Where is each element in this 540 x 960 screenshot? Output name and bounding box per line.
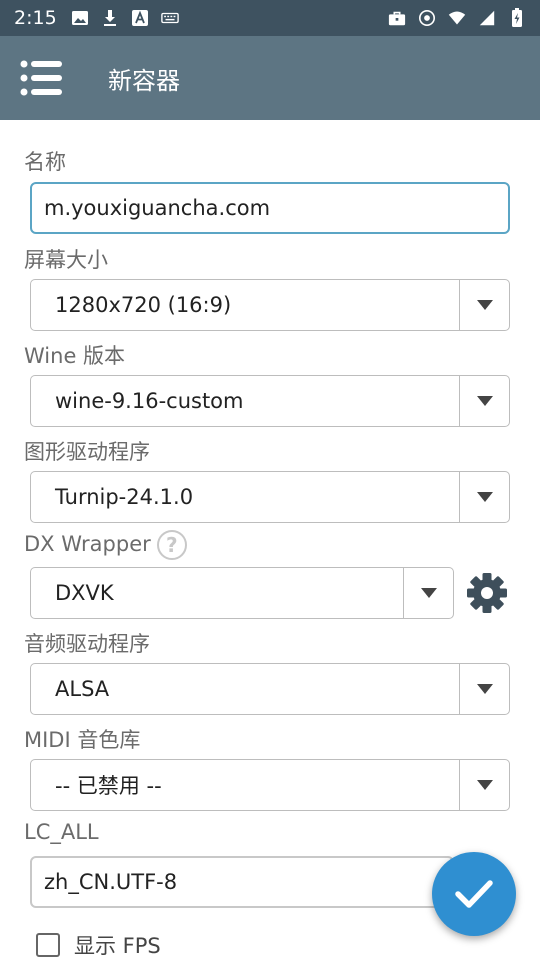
graphics-driver-label: 图形驱动程序 — [24, 440, 150, 464]
dropdown-arrow-icon — [459, 664, 509, 714]
wifi-icon — [448, 9, 466, 27]
app-toolbar: 新容器 — [0, 36, 540, 120]
name-input[interactable]: m.youxiguancha.com — [30, 182, 510, 234]
dropdown-arrow-icon — [459, 472, 509, 522]
image-icon — [71, 9, 89, 27]
screen-size-label: 屏幕大小 — [24, 248, 108, 272]
cell-signal-icon — [478, 9, 496, 27]
midi-soundfont-select[interactable]: -- 已禁用 -- — [30, 759, 510, 811]
font-icon — [131, 9, 149, 27]
audio-driver-select[interactable]: ALSA — [30, 663, 510, 715]
dropdown-arrow-icon — [459, 376, 509, 426]
status-time: 2:15 — [14, 7, 57, 29]
dx-wrapper-label-row: DX Wrapper? — [24, 530, 187, 560]
screen-size-value: 1280x720 (16:9) — [55, 293, 232, 317]
show-fps-label: 显示 FPS — [74, 934, 161, 958]
menu-list-icon — [20, 60, 62, 96]
confirm-fab-button[interactable] — [432, 852, 516, 936]
page-title: 新容器 — [108, 66, 180, 95]
dropdown-arrow-icon — [459, 760, 509, 810]
signal-icon — [418, 9, 436, 27]
dropdown-arrow-icon — [403, 568, 453, 618]
show-fps-row[interactable]: 显示 FPS — [36, 930, 161, 960]
download-icon — [101, 9, 119, 27]
status-bar: 2:15 — [0, 0, 540, 36]
dropdown-arrow-icon — [459, 280, 509, 330]
checkmark-icon — [455, 880, 493, 908]
lc-all-label: LC_ALL — [24, 820, 99, 844]
dx-wrapper-value: DXVK — [55, 581, 114, 605]
name-label: 名称 — [24, 150, 66, 174]
dx-wrapper-settings-button[interactable] — [464, 570, 510, 616]
briefcase-icon — [388, 9, 406, 27]
audio-driver-value: ALSA — [55, 677, 110, 701]
wine-version-label: Wine 版本 — [24, 344, 126, 368]
audio-driver-label: 音频驱动程序 — [24, 632, 150, 656]
help-icon[interactable]: ? — [156, 530, 187, 560]
midi-soundfont-value: -- 已禁用 -- — [55, 774, 162, 798]
menu-button[interactable] — [0, 36, 84, 120]
status-icons-right — [376, 8, 526, 27]
lc-all-input[interactable]: zh_CN.UTF-8 — [30, 856, 454, 908]
wine-version-select[interactable]: wine-9.16-custom — [30, 375, 510, 427]
graphics-driver-value: Turnip-24.1.0 — [55, 485, 194, 509]
keyboard-icon — [160, 9, 179, 27]
gear-icon — [467, 573, 507, 613]
dx-wrapper-select[interactable]: DXVK — [30, 567, 454, 619]
graphics-driver-select[interactable]: Turnip-24.1.0 — [30, 471, 510, 523]
battery-icon — [508, 8, 526, 27]
show-fps-checkbox[interactable] — [36, 933, 60, 957]
midi-soundfont-label: MIDI 音色库 — [24, 728, 141, 752]
screen-size-select[interactable]: 1280x720 (16:9) — [30, 279, 510, 331]
dx-wrapper-label: DX Wrapper — [24, 532, 151, 556]
wine-version-value: wine-9.16-custom — [55, 389, 244, 413]
